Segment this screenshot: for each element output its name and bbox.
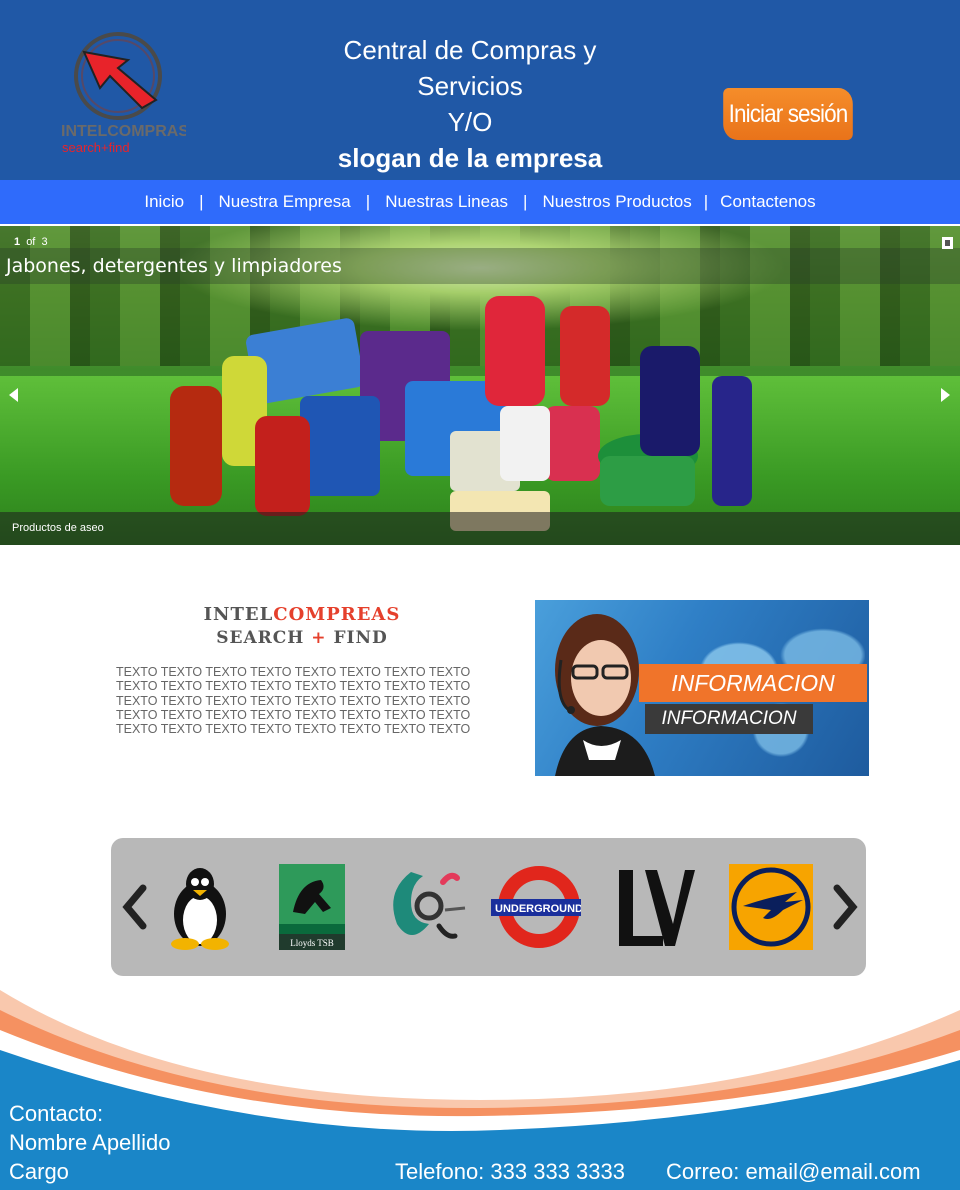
slide-total: 3: [41, 236, 48, 248]
nav-item-nuestros-productos[interactable]: Nuestros Productos: [542, 192, 691, 212]
louis-vuitton-icon[interactable]: [611, 862, 701, 952]
slide-current: 1: [14, 236, 21, 248]
nav-separator: |: [199, 192, 204, 211]
footer-contact-role: Cargo: [9, 1159, 69, 1184]
slider-prev-icon[interactable]: [9, 388, 18, 402]
slide-caption-bar: [0, 512, 960, 545]
tagline-line-3: Y/O: [447, 107, 493, 137]
footer-contact-label: Contacto:: [9, 1101, 104, 1126]
slide-title: Jabones, detergentes y limpiadores: [6, 255, 342, 277]
main-nav: Inicio | Nuestra Empresa | Nuestras Line…: [0, 180, 960, 224]
about-text-line: TEXTO TEXTO TEXTO TEXTO TEXTO TEXTO TEXT…: [116, 665, 471, 679]
site-header: INTELCOMPRAS search+find Central de Comp…: [0, 0, 960, 180]
lloyds-tsb-icon[interactable]: Lloyds TSB: [269, 862, 359, 952]
carousel-prev-icon[interactable]: [121, 884, 149, 930]
nav-separator: |: [523, 192, 528, 211]
about-text: TEXTO TEXTO TEXTO TEXTO TEXTO TEXTO TEXT…: [116, 665, 486, 736]
about-text-line: TEXTO TEXTO TEXTO TEXTO TEXTO TEXTO TEXT…: [116, 693, 471, 708]
brand-name: INTELCOMPREAS: [120, 604, 484, 625]
slider-next-icon[interactable]: [941, 388, 950, 402]
partner-logo-carousel: Lloyds TSB UNDERGROUND: [111, 838, 866, 976]
info-label-primary: INFORMACION: [639, 664, 867, 702]
footer-contact-block: Contacto: Nombre Apellido Cargo: [9, 1099, 170, 1186]
image-slider[interactable]: 1 of 3 Jabones, detergentes y limpiadore…: [0, 226, 960, 545]
nav-item-nuestra-empresa[interactable]: Nuestra Empresa: [218, 192, 350, 212]
company-logo-icon[interactable]: INTELCOMPRAS search+find: [56, 30, 186, 160]
footer-phone: Telefono: 333 333 3333: [395, 1159, 625, 1184]
underground-text: UNDERGROUND: [495, 903, 581, 915]
tagline-line-1: Central de Compras y: [343, 35, 597, 65]
info-label-secondary: INFORMACION: [645, 704, 813, 734]
nav-item-contactenos[interactable]: Contactenos: [720, 192, 815, 212]
carousel-next-icon[interactable]: [831, 884, 859, 930]
about-text-line: TEXTO TEXTO TEXTO TEXTO TEXTO TEXTO TEXT…: [116, 707, 471, 722]
pause-icon[interactable]: [942, 237, 953, 249]
footer-email[interactable]: Correo: email@email.com: [666, 1157, 921, 1186]
abstract-swirl-icon[interactable]: [381, 862, 471, 952]
footer-contact-name: Nombre Apellido: [9, 1130, 171, 1155]
brand-subtitle: SEARCH + FIND: [120, 628, 484, 648]
info-banner[interactable]: INFORMACION INFORMACION: [535, 600, 869, 776]
slide-counter: 1 of 3: [14, 236, 48, 248]
underground-icon[interactable]: UNDERGROUND: [491, 862, 581, 952]
slide-of: of: [26, 236, 36, 248]
slide-caption: Productos de aseo: [12, 522, 104, 534]
brand-name-part2: COMPREAS: [273, 604, 401, 625]
about-text-line: TEXTO TEXTO TEXTO TEXTO TEXTO TEXTO TEXT…: [116, 679, 471, 694]
about-text-line: TEXTO TEXTO TEXTO TEXTO TEXTO TEXTO TEXT…: [116, 722, 471, 737]
lloyds-tsb-text: Lloyds TSB: [290, 938, 334, 948]
login-button[interactable]: Iniciar sesión: [723, 88, 853, 140]
tagline-slogan: slogan de la empresa: [337, 143, 603, 173]
nav-item-nuestras-lineas[interactable]: Nuestras Lineas: [385, 192, 508, 212]
linux-tux-icon[interactable]: [155, 862, 245, 952]
cleaning-products-image: [170, 296, 752, 531]
tagline-line-2: Servicios: [417, 71, 523, 101]
brand-subtitle-plus: +: [311, 628, 327, 648]
lufthansa-icon[interactable]: [725, 862, 815, 952]
brand-subtitle-a: SEARCH: [216, 628, 305, 648]
logo-text-bottom: search+find: [62, 140, 130, 155]
brand-name-part1: INTEL: [203, 604, 274, 625]
nav-separator: |: [703, 192, 709, 211]
nav-separator: |: [365, 192, 371, 211]
company-tagline: Central de Compras y Servicios Y/O sloga…: [300, 32, 640, 176]
logo-text-top: INTELCOMPRAS: [61, 123, 186, 140]
nav-item-inicio[interactable]: Inicio: [144, 192, 184, 212]
brand-subtitle-b: FIND: [333, 628, 388, 648]
